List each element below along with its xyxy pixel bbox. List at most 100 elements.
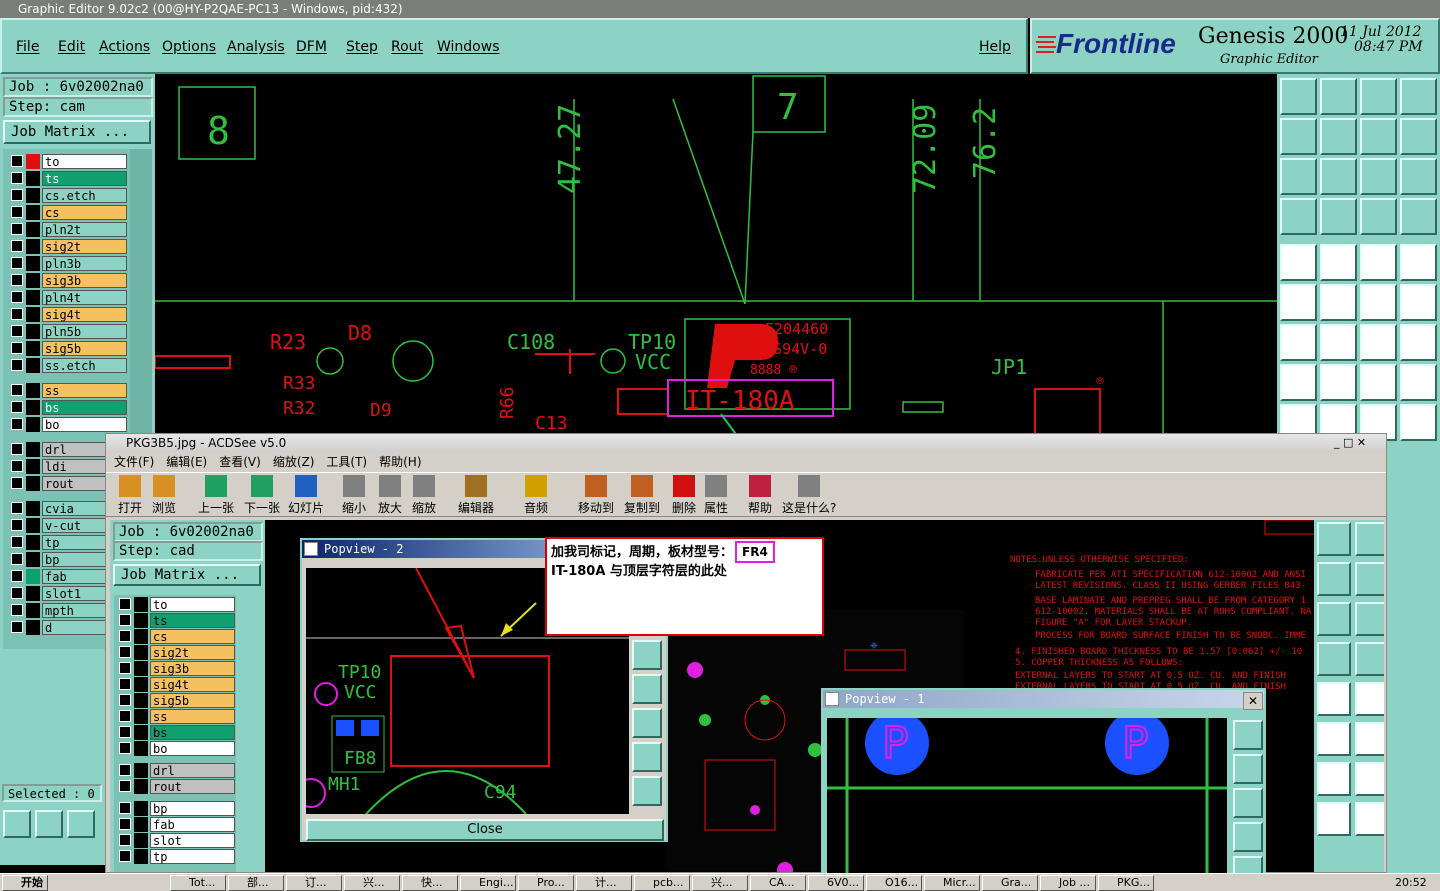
acdsee-tool-8[interactable]: 编辑器	[458, 475, 494, 516]
layer-checkbox[interactable]	[119, 630, 131, 642]
taskbar-item[interactable]: PKG...	[1098, 875, 1154, 891]
layer-checkbox[interactable]	[11, 342, 23, 354]
pad-icon[interactable]	[1400, 244, 1437, 281]
popview-tool-icon[interactable]	[632, 742, 662, 772]
popview-tool-icon[interactable]	[632, 640, 662, 670]
layer-name[interactable]: sig2t	[150, 645, 235, 660]
layer-name[interactable]: cs	[42, 205, 127, 220]
layers-a-icon[interactable]	[1360, 198, 1397, 235]
node-add-icon[interactable]	[1280, 364, 1317, 401]
popview-tool-icon[interactable]	[632, 674, 662, 704]
inner-layer-row-ts[interactable]: ts	[118, 613, 235, 628]
layer-checkbox[interactable]	[11, 172, 23, 184]
fit-width-icon[interactable]	[1280, 158, 1317, 195]
layer-name[interactable]: bs	[42, 400, 127, 415]
layer-name[interactable]: pln3b	[42, 256, 127, 271]
maximize-icon[interactable]: □	[1343, 436, 1353, 449]
acdsee-tool-12[interactable]: 删除	[672, 475, 696, 516]
taskbar-item[interactable]: 快...	[402, 875, 458, 891]
acdsee-tool-5[interactable]: 缩小	[342, 475, 366, 516]
layer-name[interactable]: ss	[42, 383, 127, 398]
layer-row-sig3b[interactable]: sig3b	[10, 273, 127, 288]
layer-checkbox[interactable]	[11, 621, 23, 633]
layer-checkbox[interactable]	[119, 818, 131, 830]
layer-name[interactable]: slot	[150, 833, 235, 848]
layers-b-icon[interactable]	[1400, 198, 1437, 235]
taskbar-item[interactable]: Pro...	[518, 875, 574, 891]
frame-icon[interactable]	[1360, 364, 1397, 401]
layer-checkbox[interactable]	[11, 477, 23, 489]
layer-checkbox[interactable]	[11, 587, 23, 599]
layer-name[interactable]: sig4t	[150, 677, 235, 692]
acdsee-menu-item[interactable]: 文件(F)	[114, 455, 154, 469]
layer-checkbox[interactable]	[11, 502, 23, 514]
cross-icon[interactable]	[1320, 284, 1357, 321]
layer-checkbox[interactable]	[119, 646, 131, 658]
pan-left-icon[interactable]	[1280, 118, 1317, 155]
layer-row-pln2t[interactable]: pln2t	[10, 222, 127, 237]
fit-icon[interactable]	[1360, 118, 1397, 155]
taskbar-item[interactable]: 兴...	[692, 875, 748, 891]
point-icon[interactable]	[1400, 284, 1437, 321]
layer-checkbox[interactable]	[11, 274, 23, 286]
angle-icon[interactable]	[1280, 324, 1317, 361]
ruler-icon[interactable]	[1360, 244, 1397, 281]
layer-name[interactable]: sig2t	[42, 239, 127, 254]
layer-checkbox[interactable]	[119, 802, 131, 814]
layer-checkbox[interactable]	[119, 598, 131, 610]
inner-layer-row-tp[interactable]: tp	[118, 849, 235, 864]
layer-checkbox[interactable]	[11, 519, 23, 531]
layer-checkbox[interactable]	[11, 443, 23, 455]
arc-icon[interactable]	[1360, 324, 1397, 361]
acdsee-tool-2[interactable]: 上一张	[198, 475, 234, 516]
layer-row-sig5b[interactable]: sig5b	[10, 341, 127, 356]
popview-tool-icon[interactable]	[1233, 822, 1263, 852]
acdsee-tool-10[interactable]: 移动到	[578, 475, 614, 516]
tool-resize-icon[interactable]	[3, 810, 31, 838]
inner-layer-row-bp[interactable]: bp	[118, 801, 235, 816]
layer-row-ss.etch[interactable]: ss.etch	[10, 358, 127, 373]
layer-row-to[interactable]: to	[10, 154, 127, 169]
layer-checkbox[interactable]	[119, 614, 131, 626]
layer-name[interactable]: bo	[150, 741, 235, 756]
graphic-canvas[interactable]: 8 7 47.27 72.09 76.2 C108 TP10 VCC JP1 R…	[155, 74, 1277, 434]
layer-row-bo[interactable]: bo	[10, 417, 127, 432]
acdsee-tool-9[interactable]: 音频	[524, 475, 548, 516]
layer-checkbox[interactable]	[11, 570, 23, 582]
popview-tool-icon[interactable]	[1233, 788, 1263, 818]
acdsee-tool-4[interactable]: 幻灯片	[288, 475, 324, 516]
inner-layer-row-fab[interactable]: fab	[118, 817, 235, 832]
inner-layer-row-bs[interactable]: bs	[118, 725, 235, 740]
zoom-icon[interactable]	[1320, 158, 1357, 195]
inner-layer-row-sig3b[interactable]: sig3b	[118, 661, 235, 676]
layer-checkbox[interactable]	[119, 694, 131, 706]
layer-checkbox[interactable]	[11, 325, 23, 337]
start-button[interactable]: 开始	[2, 875, 48, 891]
layer-name[interactable]: pln5b	[42, 324, 127, 339]
fan-icon[interactable]	[1400, 324, 1437, 361]
layer-name[interactable]: ss.etch	[42, 358, 127, 373]
menu-actions[interactable]: Actions	[99, 39, 150, 55]
popview-tool-icon[interactable]	[1233, 754, 1263, 784]
layer-name[interactable]: to	[42, 154, 127, 169]
taskbar-item[interactable]: O16...	[866, 875, 922, 891]
layer-checkbox[interactable]	[11, 257, 23, 269]
layer-row-cs[interactable]: cs	[10, 205, 127, 220]
layer-name[interactable]: rout	[150, 779, 235, 794]
acdsee-tool-0[interactable]: 打开	[118, 475, 142, 516]
snap-icon[interactable]	[1280, 244, 1317, 281]
taskbar-item[interactable]: 订...	[286, 875, 342, 891]
popview-1-close-icon[interactable]: ✕	[1243, 692, 1263, 710]
menu-help[interactable]: Help	[979, 39, 1011, 55]
line-icon[interactable]	[1320, 324, 1357, 361]
layer-checkbox[interactable]	[119, 710, 131, 722]
taskbar-item[interactable]: Tot...	[170, 875, 226, 891]
taskbar-item[interactable]: Engi...	[460, 875, 516, 891]
taskbar-item[interactable]: 6V0...	[808, 875, 864, 891]
layer-row-pln3b[interactable]: pln3b	[10, 256, 127, 271]
layer-checkbox[interactable]	[119, 834, 131, 846]
layer-checkbox[interactable]	[119, 780, 131, 792]
one-to-one-icon[interactable]	[1360, 158, 1397, 195]
layer-name[interactable]: ts	[150, 613, 235, 628]
layer-name[interactable]: sig3b	[150, 661, 235, 676]
